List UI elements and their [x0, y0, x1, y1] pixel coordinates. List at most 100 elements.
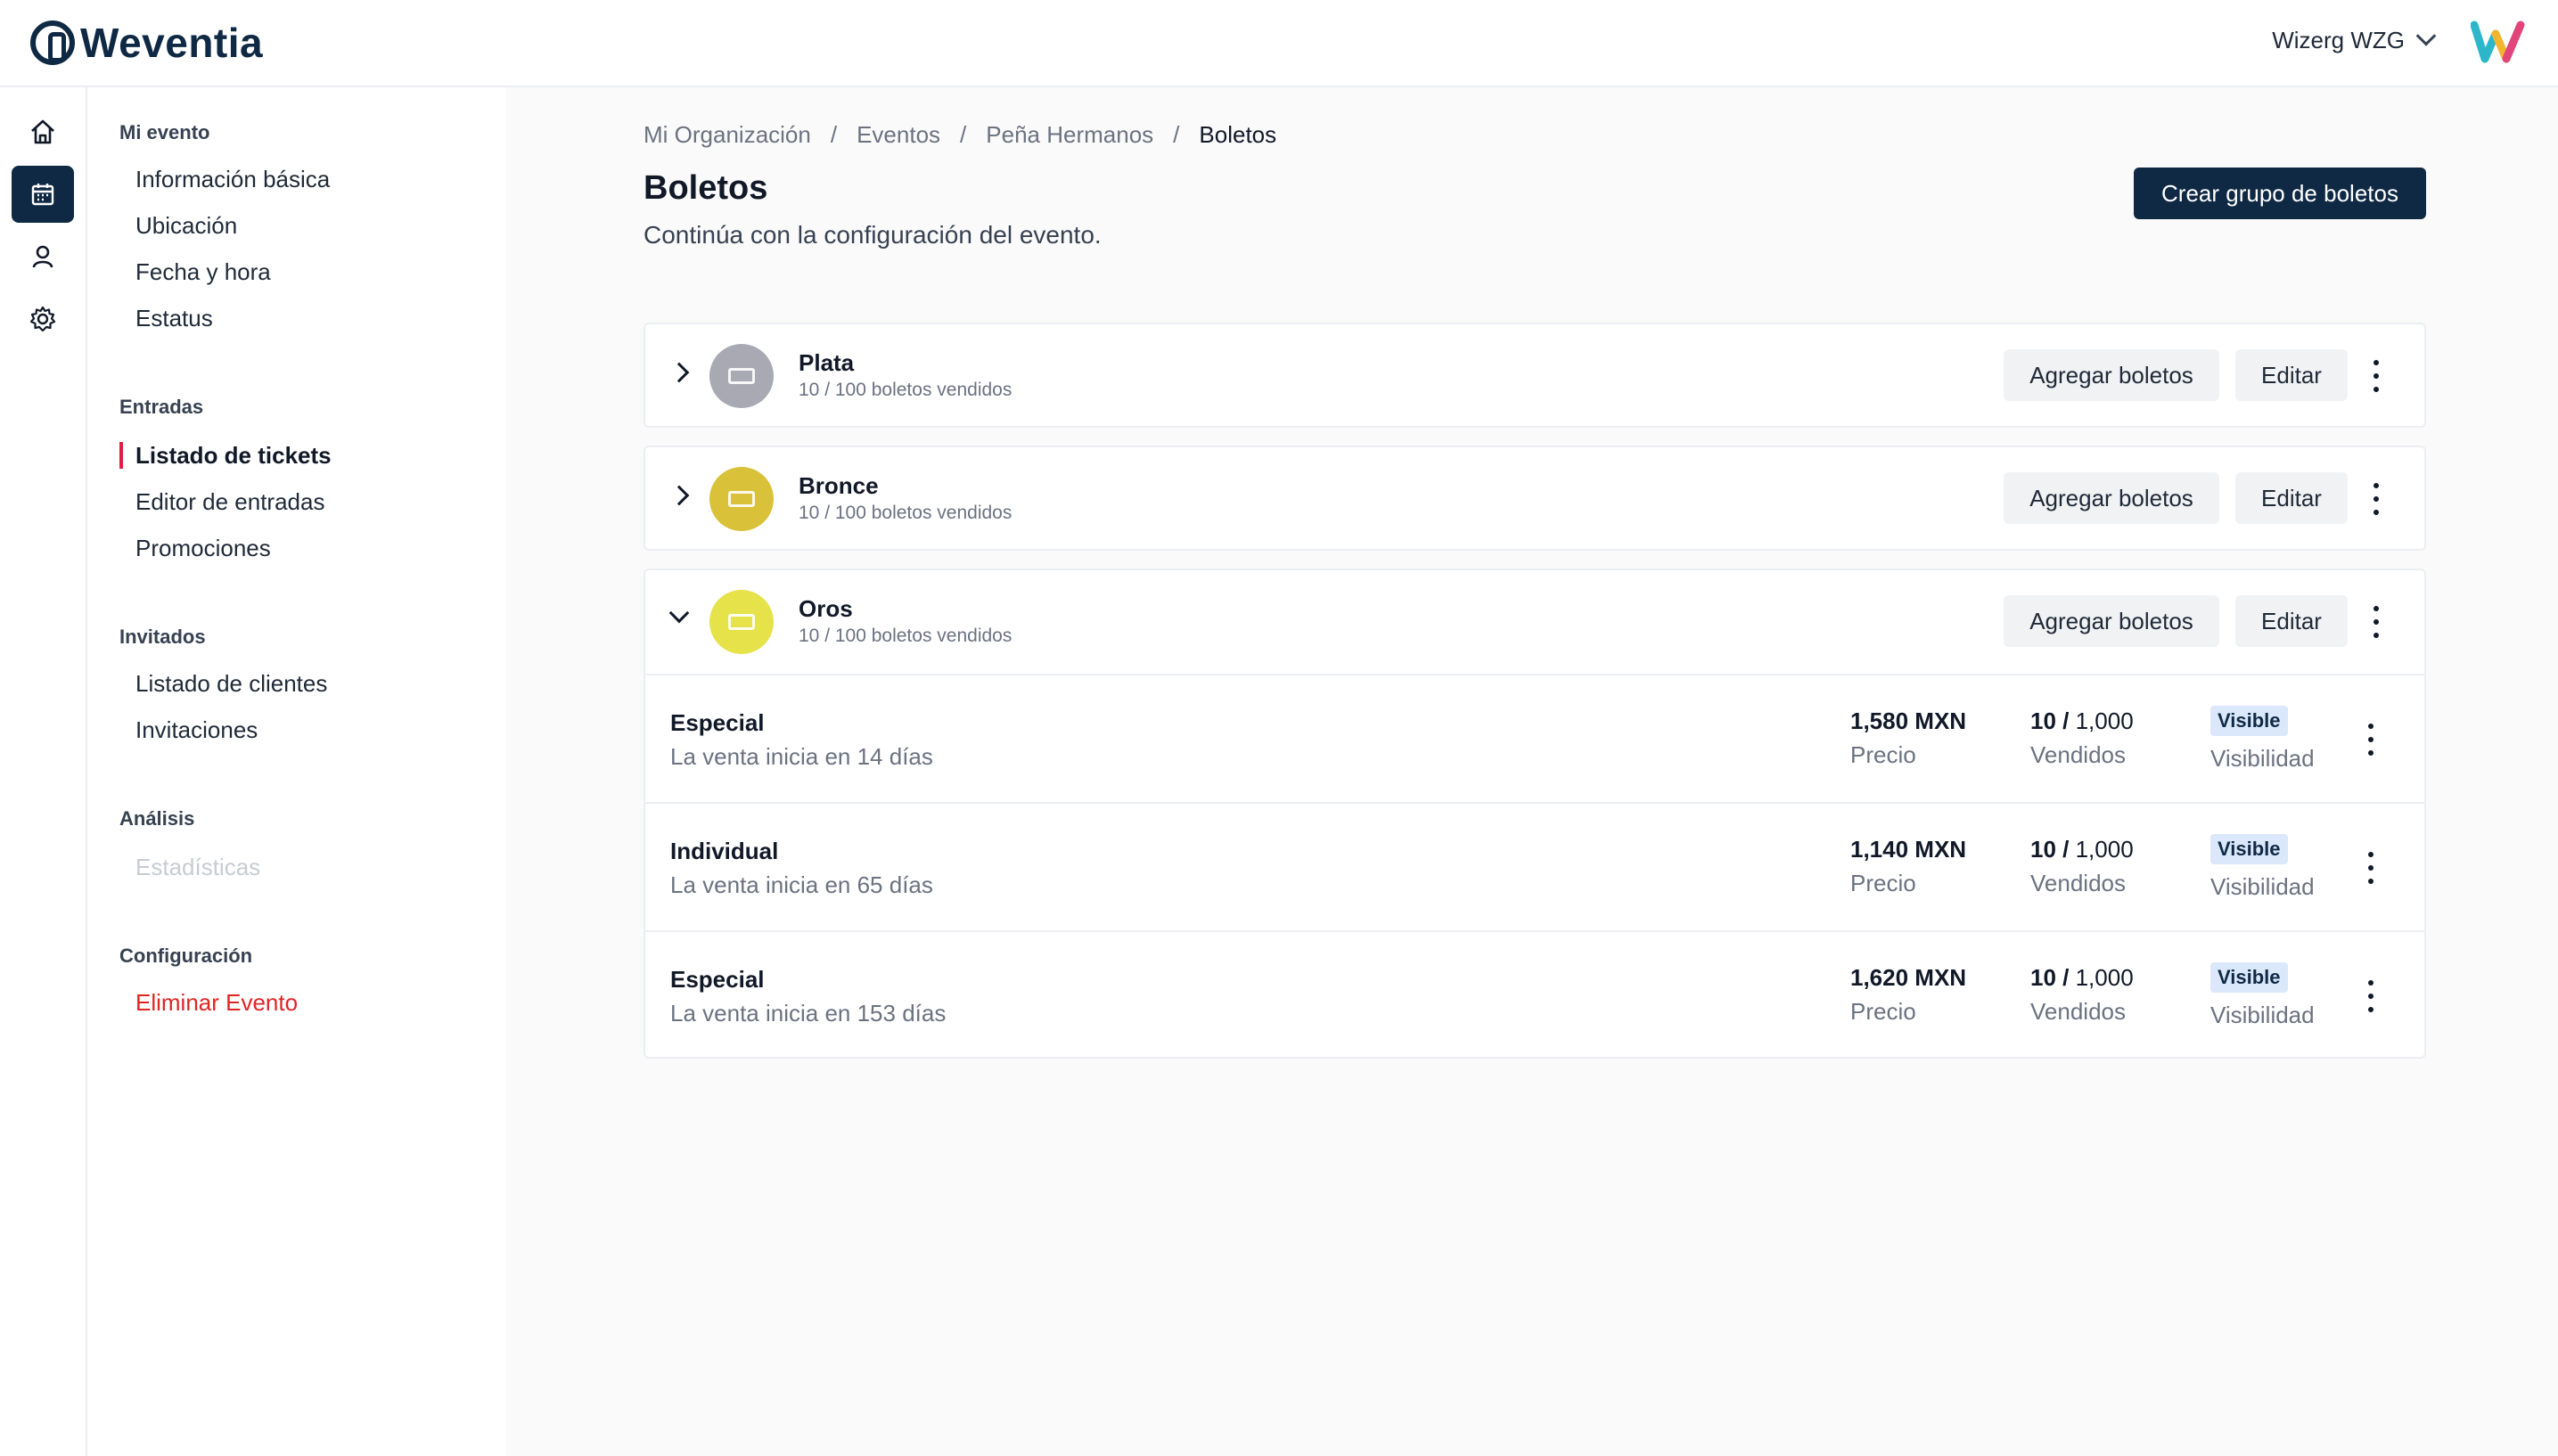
- top-bar: Weventia Wizerg WZG: [0, 0, 2558, 87]
- ticket-group-icon: [709, 467, 774, 531]
- ticket-icon: [728, 491, 755, 507]
- ticket-group-name: Oros: [799, 595, 853, 622]
- ticket-group-header: Bronce 10 / 100 boletos vendidos Agregar…: [645, 447, 2424, 551]
- nav-fecha-y-hora[interactable]: Fecha y hora: [135, 258, 271, 286]
- brand-logo[interactable]: Weventia: [30, 18, 263, 68]
- nav-informacion-basica[interactable]: Información básica: [135, 166, 330, 193]
- nav-invitaciones[interactable]: Invitaciones: [135, 716, 258, 744]
- chevron-down-icon: [2415, 25, 2437, 46]
- ticket-icon: [728, 368, 755, 384]
- ticket-sold: 10 / 1,000: [2030, 836, 2134, 863]
- nav-ubicacion[interactable]: Ubicación: [135, 212, 237, 240]
- sold-count: 10 /: [2030, 836, 2070, 863]
- ticket-group-sold: 10 / 100 boletos vendidos: [799, 503, 1013, 523]
- breadcrumb-current: Boletos: [1199, 121, 1277, 148]
- section-title-analisis: Análisis: [119, 807, 195, 830]
- nav-editor-de-entradas[interactable]: Editor de entradas: [135, 488, 324, 516]
- ticket-icon: [728, 614, 755, 630]
- ticket-name: Individual: [670, 838, 779, 864]
- add-tickets-button[interactable]: Agregar boletos: [2004, 349, 2219, 401]
- sold-label: Vendidos: [2030, 998, 2126, 1025]
- ticket-group-name: Plata: [799, 349, 855, 376]
- ticket-name: Especial: [670, 966, 765, 993]
- logo-icon: [30, 20, 75, 65]
- brand-name: Weventia: [80, 20, 264, 66]
- visibility-badge: Visible: [2210, 962, 2288, 993]
- visibility-label: Visibilidad: [2210, 745, 2315, 772]
- more-options-icon[interactable]: [2367, 852, 2374, 884]
- more-options-icon[interactable]: [2373, 606, 2380, 638]
- ticket-group-icon: [709, 344, 774, 408]
- sold-count: 10 /: [2030, 708, 2070, 734]
- breadcrumb-separator: /: [1173, 121, 1180, 148]
- nav-promociones[interactable]: Promociones: [135, 535, 271, 562]
- user-name: Wizerg WZG: [2272, 27, 2405, 53]
- app-logo-icon[interactable]: [2471, 20, 2526, 64]
- ticket-name: Especial: [670, 709, 765, 736]
- section-title-configuracion: Configuración: [119, 945, 253, 967]
- ticket-group-header: Oros 10 / 100 boletos vendidos Agregar b…: [645, 570, 2424, 674]
- breadcrumb-separator: /: [830, 121, 838, 148]
- ticket-group-card: Bronce 10 / 100 boletos vendidos Agregar…: [644, 446, 2426, 551]
- chevron-right-icon[interactable]: [668, 362, 690, 383]
- more-options-icon[interactable]: [2373, 483, 2380, 515]
- nav-estatus[interactable]: Estatus: [135, 305, 213, 332]
- more-options-icon[interactable]: [2367, 724, 2374, 756]
- more-options-icon[interactable]: [2373, 360, 2380, 392]
- breadcrumb-separator: /: [960, 121, 967, 148]
- visibility-label: Visibilidad: [2210, 1002, 2315, 1028]
- ticket-sold: 10 / 1,000: [2030, 708, 2134, 735]
- rail-events[interactable]: [12, 166, 74, 223]
- ticket-group-icon: [709, 590, 774, 654]
- create-ticket-group-button[interactable]: Crear grupo de boletos: [2134, 168, 2426, 219]
- edit-group-button[interactable]: Editar: [2235, 595, 2348, 647]
- visibility-badge: Visible: [2210, 706, 2288, 736]
- ticket-group-card: Plata 10 / 100 boletos vendidos Agregar …: [644, 323, 2426, 428]
- ticket-sale-start: La venta inicia en 65 días: [670, 871, 933, 898]
- nav-listado-de-tickets[interactable]: Listado de tickets: [135, 442, 332, 470]
- section-title-mi-evento: Mi evento: [119, 121, 210, 143]
- more-options-icon[interactable]: [2367, 980, 2374, 1012]
- calendar-icon: [31, 184, 54, 206]
- add-tickets-button[interactable]: Agregar boletos: [2004, 595, 2219, 647]
- breadcrumb-evento[interactable]: Peña Hermanos: [986, 121, 1153, 149]
- sold-total: 1,000: [2069, 964, 2134, 991]
- edit-group-button[interactable]: Editar: [2235, 472, 2348, 524]
- user-menu[interactable]: Wizerg WZG: [2272, 25, 2437, 54]
- chevron-right-icon[interactable]: [668, 485, 690, 506]
- ticket-row[interactable]: Individual La venta inicia en 65 días 1,…: [645, 802, 2424, 930]
- price-label: Precio: [1850, 870, 1916, 896]
- event-subnav: Mi evento Información básica Ubicación F…: [87, 87, 506, 1456]
- section-title-invitados: Invitados: [119, 626, 206, 648]
- ticket-group-header: Plata 10 / 100 boletos vendidos Agregar …: [645, 324, 2424, 428]
- breadcrumb-eventos[interactable]: Eventos: [857, 121, 940, 149]
- edit-group-button[interactable]: Editar: [2235, 349, 2348, 401]
- section-title-entradas: Entradas: [119, 396, 204, 418]
- user-icon: [32, 245, 53, 268]
- page-title: Boletos: [644, 169, 768, 207]
- nav-listado-de-clientes[interactable]: Listado de clientes: [135, 670, 327, 698]
- visibility-badge: Visible: [2210, 834, 2288, 864]
- ticket-row[interactable]: Especial La venta inicia en 14 días 1,58…: [645, 674, 2424, 802]
- sold-count: 10 /: [2030, 964, 2070, 991]
- visibility-label: Visibilidad: [2210, 873, 2315, 900]
- rail-settings[interactable]: [12, 290, 74, 348]
- ticket-group-name: Bronce: [799, 472, 879, 499]
- ticket-group-sold: 10 / 100 boletos vendidos: [799, 626, 1013, 646]
- add-tickets-button[interactable]: Agregar boletos: [2004, 472, 2219, 524]
- nav-eliminar-evento[interactable]: Eliminar Evento: [135, 989, 298, 1017]
- rail-users[interactable]: [12, 228, 74, 285]
- price-label: Precio: [1850, 741, 1916, 768]
- rail-home[interactable]: [12, 103, 74, 160]
- ticket-price: 1,580 MXN: [1850, 708, 1967, 734]
- main-content: Mi Organización / Eventos / Peña Hermano…: [506, 87, 2558, 1456]
- active-indicator: [119, 442, 123, 469]
- chevron-down-icon[interactable]: [668, 602, 690, 624]
- breadcrumb-organizacion[interactable]: Mi Organización: [644, 121, 811, 149]
- ticket-row[interactable]: Especial La venta inicia en 153 días 1,6…: [645, 930, 2424, 1059]
- nav-estadisticas: Estadísticas: [135, 854, 261, 880]
- home-icon: [31, 119, 54, 144]
- sold-total: 1,000: [2069, 836, 2134, 863]
- ticket-price: 1,620 MXN: [1850, 964, 1967, 991]
- sold-total: 1,000: [2069, 708, 2134, 734]
